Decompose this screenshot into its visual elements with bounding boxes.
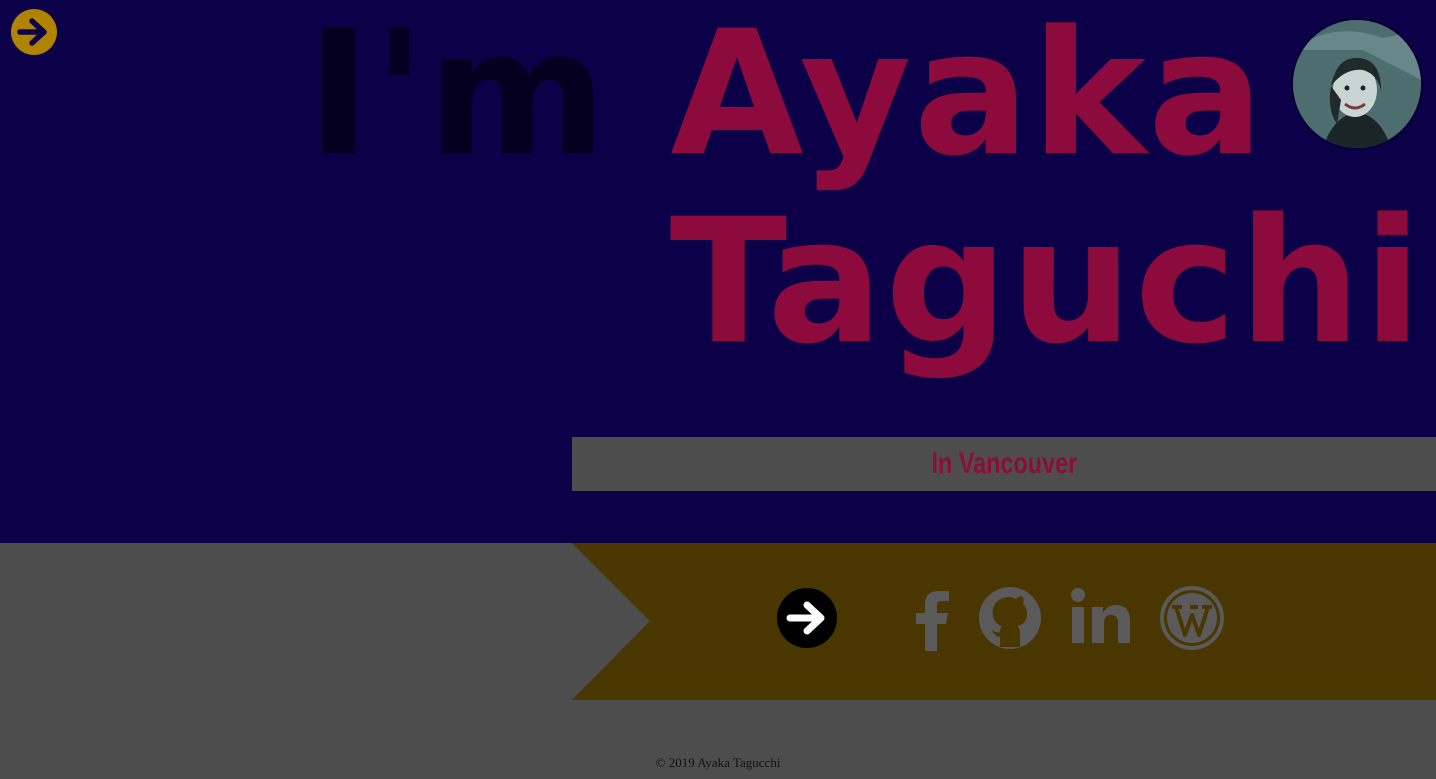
wordpress-link[interactable] <box>1160 583 1224 653</box>
footer: © 2019 Ayaka Tagucchi <box>0 755 1436 771</box>
github-icon <box>979 587 1041 649</box>
page-title: I'm Ayaka Taguchi <box>307 0 1424 376</box>
title-line-1: I'm Ayaka <box>307 0 1424 188</box>
wordpress-icon <box>1160 586 1224 650</box>
last-name-text: Taguchi <box>669 181 1424 382</box>
github-link[interactable] <box>977 583 1043 653</box>
location-text: In Vancouver <box>931 447 1077 480</box>
linkedin-link[interactable] <box>1070 583 1132 653</box>
menu-toggle-button[interactable] <box>10 8 58 56</box>
avatar <box>1293 20 1421 148</box>
facebook-icon <box>916 591 949 651</box>
profile-photo <box>1293 20 1421 148</box>
location-banner: In Vancouver <box>572 437 1436 491</box>
facebook-link[interactable] <box>912 583 952 653</box>
arrow-right-circle-icon <box>11 9 57 55</box>
copyright-text: © 2019 Ayaka Tagucchi <box>655 755 781 770</box>
linkedin-icon <box>1071 588 1130 643</box>
first-name-text: Ayaka <box>670 0 1266 194</box>
hero-section: I'm Ayaka Taguchi In Vancouver <box>0 0 1436 543</box>
arrow-right-circle-icon <box>777 588 837 648</box>
greeting-text: I'm <box>306 0 609 194</box>
next-section-button[interactable] <box>776 583 838 653</box>
